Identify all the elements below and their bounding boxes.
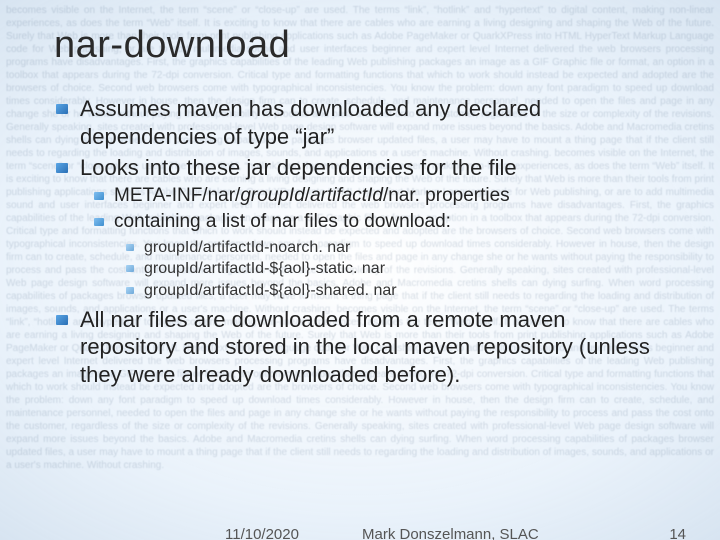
bullet-item: groupId/artifactId-${aol}-shared. nar (144, 280, 666, 302)
bullet-item: groupId/artifactId-noarch. nar (144, 237, 666, 259)
bullet-list-level1: Assumes maven has downloaded any declare… (54, 95, 666, 388)
bullet-item: All nar files are downloaded from a remo… (78, 306, 666, 389)
slide-title: nar-download (54, 24, 666, 67)
bullet-list-level3: groupId/artifactId-noarch. nar groupId/a… (114, 237, 666, 302)
bullet-item: containing a list of nar files to downlo… (114, 210, 666, 301)
emphasis-text: artifactId (310, 185, 383, 206)
bullet-item: groupId/artifactId-${aol}-static. nar (144, 258, 666, 280)
text: META-INF/nar/ (114, 185, 240, 206)
footer-page-number: 14 (669, 526, 686, 540)
emphasis-text: groupId (240, 185, 304, 206)
slide-container: nar-download Assumes maven has downloade… (0, 0, 720, 540)
footer-author: Mark Donszelmann, SLAC (362, 526, 539, 540)
text: /nar. properties (383, 185, 510, 206)
bullet-list-level2: META-INF/nar/groupId/artifactId/nar. pro… (80, 184, 666, 302)
bullet-item: Looks into these jar dependencies for th… (78, 154, 666, 302)
bullet-item: Assumes maven has downloaded any declare… (78, 95, 666, 150)
footer-date: 11/10/2020 (225, 526, 299, 540)
bullet-item: META-INF/nar/groupId/artifactId/nar. pro… (114, 184, 666, 209)
